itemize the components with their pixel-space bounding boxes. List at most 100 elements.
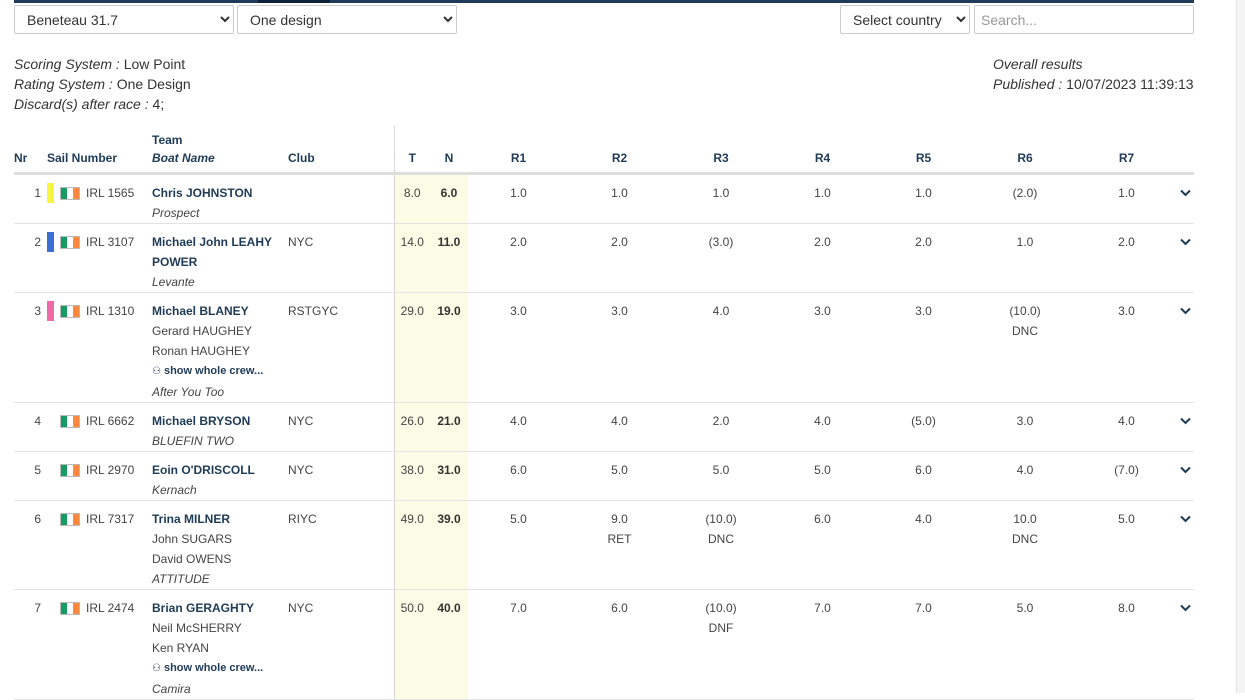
col-net[interactable]: N (430, 126, 468, 175)
row-rank: 7 (14, 589, 47, 700)
race-penalty-code: RET (607, 531, 632, 546)
col-r4[interactable]: R4 (772, 126, 873, 175)
published-label: Published : (993, 76, 1063, 92)
race-score-r1: 7.0 (468, 589, 569, 700)
row-club (288, 173, 394, 224)
class-select[interactable]: Beneteau 31.7 (14, 5, 234, 34)
race-score: 1.0 (510, 185, 527, 200)
race-score-r2: 3.0 (569, 292, 670, 403)
race-score-r6: 1.0 (974, 223, 1076, 293)
search-input[interactable] (974, 5, 1194, 34)
col-r2[interactable]: R2 (569, 126, 670, 175)
expand-row-button[interactable] (1177, 402, 1194, 452)
skipper-name[interactable]: Michael John LEAHY POWER (152, 232, 288, 272)
boat-name: Levante (152, 274, 195, 289)
race-score: 5.0 (1118, 511, 1135, 526)
col-r6[interactable]: R6 (974, 126, 1076, 175)
col-r3[interactable]: R3 (670, 126, 772, 175)
race-score: 2.0 (1118, 234, 1135, 249)
race-score-r1: 2.0 (468, 223, 569, 293)
race-score: 4.0 (611, 413, 628, 428)
row-rank: 4 (14, 402, 47, 452)
row-rank: 5 (14, 451, 47, 501)
net-points-value: 40.0 (437, 600, 461, 615)
col-club[interactable]: Club (288, 126, 394, 175)
sail-number: IRL 2970 (86, 462, 135, 477)
division-select[interactable]: One design (237, 5, 457, 34)
show-whole-crew-link[interactable]: ⚇ show whole crew... (152, 361, 288, 382)
net-points-value: 11.0 (437, 234, 461, 249)
row-team: Michael BRYSON BLUEFIN TWO (152, 402, 288, 452)
expand-row-button[interactable] (1177, 223, 1194, 293)
col-r5[interactable]: R5 (873, 126, 974, 175)
col-r7[interactable]: R7 (1076, 126, 1177, 175)
col-team[interactable]: Team Boat Name (152, 126, 288, 175)
col-total[interactable]: T (393, 126, 430, 175)
fleet-color-marker (47, 598, 54, 618)
col-nr[interactable]: Nr (14, 126, 47, 175)
skipper-name[interactable]: Michael BRYSON (152, 411, 288, 431)
race-score: 2.0 (712, 413, 730, 428)
race-penalty-code: DNC (708, 531, 734, 546)
header-row: Nr Sail Number Team Boat Name Club T N R1… (14, 126, 1194, 175)
expand-row-button[interactable] (1177, 500, 1194, 590)
expand-row-button[interactable] (1177, 292, 1194, 403)
race-penalty-code: DNF (708, 620, 734, 635)
race-score: 3.0 (814, 303, 831, 318)
show-whole-crew-link[interactable]: ⚇ show whole crew... (152, 658, 288, 679)
row-club: NYC (288, 451, 394, 501)
race-score: 10.0 (1013, 511, 1037, 526)
race-score: 5.0 (814, 462, 831, 477)
race-score-r1: 3.0 (468, 292, 569, 403)
race-score-r7: 5.0 (1076, 500, 1177, 590)
scoring-info: Scoring System : Low Point Rating System… (14, 54, 191, 114)
boat-name: BLUEFIN TWO (152, 433, 235, 448)
col-sail-number[interactable]: Sail Number (47, 126, 152, 175)
race-score-r4: 7.0 (772, 589, 873, 700)
table-row[interactable]: 1 IRL 1565 Chris JOHNSTON Prospect 8.0 6.0 1.0… (14, 173, 1194, 224)
skipper-name[interactable]: Brian GERAGHTY (152, 598, 288, 618)
skipper-name[interactable]: Chris JOHNSTON (152, 183, 288, 203)
race-score-r7: 2.0 (1076, 223, 1177, 293)
sail-number: IRL 2474 (86, 600, 135, 615)
row-sail: IRL 2474 (47, 589, 152, 700)
crew-member: David OWENS (152, 551, 232, 566)
row-rank: 3 (14, 292, 47, 403)
table-row[interactable]: 6 IRL 7317 Trina MILNER John SUGARS David OW… (14, 500, 1194, 590)
table-row[interactable]: 2 IRL 3107 Michael John LEAHY POWER Levante… (14, 223, 1194, 293)
users-icon: ⚇ (152, 365, 161, 377)
page-scrollbar[interactable] (1236, 0, 1245, 693)
race-score-r3: 4.0 (670, 292, 772, 403)
net-points-value: 39.0 (437, 511, 461, 526)
skipper-name[interactable]: Eoin O'DRISCOLL (152, 460, 288, 480)
race-score-r7: 4.0 (1076, 402, 1177, 452)
col-team-label: Team (152, 132, 183, 147)
discards-label: Discard(s) after race : (14, 96, 149, 112)
country-select[interactable]: Select country (840, 5, 970, 34)
users-icon: ⚇ (152, 662, 161, 674)
row-team: Eoin O'DRISCOLL Kernach (152, 451, 288, 501)
race-score-r7: (7.0) (1076, 451, 1177, 501)
rating-system: Rating System : One Design (14, 74, 191, 94)
table-row[interactable]: 5 IRL 2970 Eoin O'DRISCOLL Kernach NYC 38.0 31… (14, 451, 1194, 501)
expand-row-button[interactable] (1177, 173, 1194, 224)
row-sail: IRL 1310 (47, 292, 152, 403)
race-score-r7: 1.0 (1076, 173, 1177, 224)
net-points-value: 21.0 (437, 413, 461, 428)
ireland-flag-icon (60, 304, 80, 318)
skipper-name[interactable]: Trina MILNER (152, 509, 288, 529)
col-r1[interactable]: R1 (468, 126, 569, 175)
crew-member: Ken RYAN (152, 640, 209, 655)
crew-member: Neil McSHERRY (152, 620, 242, 635)
fleet-color-marker (47, 460, 54, 480)
expand-row-button[interactable] (1177, 451, 1194, 501)
expand-row-button[interactable] (1177, 589, 1194, 700)
table-row[interactable]: 4 IRL 6662 Michael BRYSON BLUEFIN TWO NYC 26.… (14, 402, 1194, 452)
show-whole-crew-label: show whole crew... (163, 364, 264, 377)
race-score-r7: 3.0 (1076, 292, 1177, 403)
show-whole-crew-label: show whole crew... (163, 661, 264, 674)
table-row[interactable]: 3 IRL 1310 Michael BLANEY Gerard HAUGHEY Ron… (14, 292, 1194, 403)
race-score-r1: 5.0 (468, 500, 569, 590)
skipper-name[interactable]: Michael BLANEY (152, 301, 288, 321)
table-row[interactable]: 7 IRL 2474 Brian GERAGHTY Neil McSHERRY Ken … (14, 589, 1194, 700)
